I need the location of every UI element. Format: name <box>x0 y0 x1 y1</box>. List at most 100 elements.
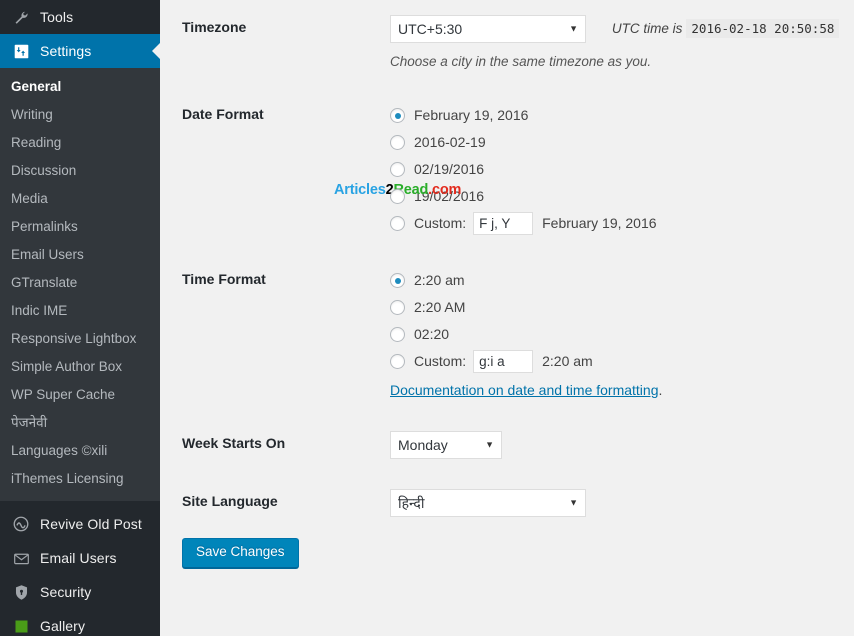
time-format-custom-input[interactable] <box>473 350 534 374</box>
green-square-icon <box>11 616 31 636</box>
utc-time-note: UTC time is 2016-02-18 20:50:58 <box>611 18 840 39</box>
submenu-item-general[interactable]: General <box>0 73 160 101</box>
radio-icon[interactable] <box>390 135 405 151</box>
row-date-format: Date Format February 19, 2016 2016-02-19 <box>160 87 854 252</box>
date-format-custom-input[interactable] <box>473 212 534 236</box>
submenu-item-simple-author-box[interactable]: Simple Author Box <box>0 353 160 381</box>
current-menu-arrow-icon <box>152 43 160 59</box>
date-format-option-label: February 19, 2016 <box>414 107 529 124</box>
submenu-item-pagenavi[interactable]: पेजनेवी <box>0 409 160 437</box>
row-site-language: Site Language हिन्दी ▼ <box>160 474 854 532</box>
submenu-item-languages-xili[interactable]: Languages ©xili <box>0 437 160 465</box>
time-format-option-label: 2:20 AM <box>414 299 466 316</box>
time-format-label: Time Format <box>182 271 266 288</box>
time-format-option-label: 02:20 <box>414 326 450 343</box>
sidebar-item-security[interactable]: Security <box>0 575 160 609</box>
week-starts-select-wrap: Monday ▼ <box>390 431 502 460</box>
submit-area: Save Changes <box>160 532 854 569</box>
row-time-format: Time Format 2:20 am 2:20 AM 02:20 Custom… <box>160 252 854 416</box>
shield-icon <box>11 582 31 602</box>
row-timezone: Timezone UTC+5:30 ▼ UTC time is 2016-02-1… <box>160 0 854 87</box>
week-starts-on-label: Week Starts On <box>182 435 286 452</box>
submenu-item-email-users[interactable]: Email Users <box>0 241 160 269</box>
site-language-select-wrap: हिन्दी ▼ <box>390 489 586 518</box>
documentation-link[interactable]: Documentation on date and time formattin… <box>390 382 659 398</box>
time-format-custom-preview: 2:20 am <box>542 353 593 370</box>
date-format-custom-preview: February 19, 2016 <box>542 215 657 232</box>
time-format-option-2[interactable]: 02:20 <box>390 321 844 348</box>
sidebar-item-label: Security <box>40 584 92 600</box>
radio-icon[interactable] <box>390 162 405 178</box>
timezone-field-cell: UTC+5:30 ▼ UTC time is 2016-02-18 20:50:5… <box>380 0 854 87</box>
save-changes-button[interactable]: Save Changes <box>182 538 299 569</box>
submenu-item-ithemes-licensing[interactable]: iThemes Licensing <box>0 465 160 493</box>
date-format-field-cell: February 19, 2016 2016-02-19 02/19/2016 <box>380 87 854 252</box>
timezone-description: Choose a city in the same timezone as yo… <box>390 54 652 69</box>
date-format-option-label: 02/19/2016 <box>414 161 485 178</box>
radio-icon[interactable] <box>390 354 405 370</box>
radio-icon[interactable] <box>390 273 405 289</box>
date-format-label: Date Format <box>182 106 264 123</box>
submenu-item-writing[interactable]: Writing <box>0 101 160 129</box>
utc-time-value: 2016-02-18 20:50:58 <box>686 18 840 38</box>
circle-arrow-icon <box>11 514 31 534</box>
submenu-item-reading[interactable]: Reading <box>0 129 160 157</box>
date-format-option-0[interactable]: February 19, 2016 <box>390 102 844 129</box>
date-format-option-1[interactable]: 2016-02-19 <box>390 129 844 156</box>
sidebar-top-menu: Tools Settings <box>0 0 160 68</box>
sidebar-item-label: Tools <box>40 9 74 25</box>
date-format-custom-label: Custom: <box>414 215 467 232</box>
sidebar-item-tools[interactable]: Tools <box>0 0 160 34</box>
site-language-label: Site Language <box>182 493 278 510</box>
envelope-icon <box>11 548 31 568</box>
date-format-option-label: 2016-02-19 <box>414 134 486 151</box>
timezone-select-wrap: UTC+5:30 ▼ <box>390 15 586 43</box>
sidebar-item-revive-old-post[interactable]: Revive Old Post <box>0 507 160 541</box>
radio-icon[interactable] <box>390 216 405 232</box>
row-week-starts-on: Week Starts On Monday ▼ <box>160 416 854 474</box>
documentation-period: . <box>658 382 663 399</box>
utc-note-text: UTC time is <box>611 20 683 36</box>
week-starts-on-select[interactable]: Monday <box>390 431 502 460</box>
radio-icon[interactable] <box>390 300 405 316</box>
submenu-item-responsive-lightbox[interactable]: Responsive Lightbox <box>0 325 160 353</box>
time-format-custom-label: Custom: <box>414 353 467 370</box>
timezone-select[interactable]: UTC+5:30 <box>390 15 586 43</box>
radio-icon[interactable] <box>390 189 405 205</box>
time-format-option-0[interactable]: 2:20 am <box>390 267 844 294</box>
date-format-option-2[interactable]: 02/19/2016 <box>390 156 844 183</box>
site-language-field-cell: हिन्दी ▼ <box>380 474 854 532</box>
general-settings-form: Timezone UTC+5:30 ▼ UTC time is 2016-02-1… <box>160 0 854 532</box>
wrench-icon <box>11 7 31 27</box>
timezone-label: Timezone <box>182 19 247 35</box>
submenu-item-indic-ime[interactable]: Indic IME <box>0 297 160 325</box>
wordpress-admin-screen: Tools Settings General Writing Reading D… <box>0 0 854 636</box>
radio-icon[interactable] <box>390 327 405 343</box>
sidebar-item-email-users[interactable]: Email Users <box>0 541 160 575</box>
settings-sliders-icon <box>11 41 31 61</box>
sidebar-item-gallery[interactable]: Gallery <box>0 609 160 636</box>
watermark-part-1: Articles <box>334 182 386 198</box>
sidebar-item-label: Settings <box>40 43 92 59</box>
submenu-item-permalinks[interactable]: Permalinks <box>0 213 160 241</box>
week-starts-on-field-cell: Monday ▼ <box>380 416 854 474</box>
watermark-part-4: .com <box>428 182 462 198</box>
submenu-item-media[interactable]: Media <box>0 185 160 213</box>
settings-general-content: Articles2Read.com Timezone UTC+5:30 ▼ UT… <box>160 0 854 636</box>
admin-sidebar: Tools Settings General Writing Reading D… <box>0 0 160 636</box>
time-format-option-custom[interactable]: Custom: 2:20 am <box>390 348 844 375</box>
submenu-item-discussion[interactable]: Discussion <box>0 157 160 185</box>
submenu-item-gtranslate[interactable]: GTranslate <box>0 269 160 297</box>
date-format-option-custom[interactable]: Custom: February 19, 2016 <box>390 210 844 237</box>
site-language-select[interactable]: हिन्दी <box>390 489 586 518</box>
time-format-option-1[interactable]: 2:20 AM <box>390 294 844 321</box>
sidebar-bottom-menu: Revive Old Post Email Users Security Gal… <box>0 501 160 636</box>
radio-icon[interactable] <box>390 108 405 124</box>
settings-submenu: General Writing Reading Discussion Media… <box>0 68 160 501</box>
time-format-field-cell: 2:20 am 2:20 AM 02:20 Custom: g:i a 2:20… <box>380 252 854 416</box>
sidebar-item-settings[interactable]: Settings <box>0 34 160 68</box>
documentation-line: Documentation on date and time formattin… <box>390 380 844 401</box>
time-format-option-label: 2:20 am <box>414 272 465 289</box>
submenu-item-wp-super-cache[interactable]: WP Super Cache <box>0 381 160 409</box>
sidebar-item-label: Revive Old Post <box>40 516 142 532</box>
